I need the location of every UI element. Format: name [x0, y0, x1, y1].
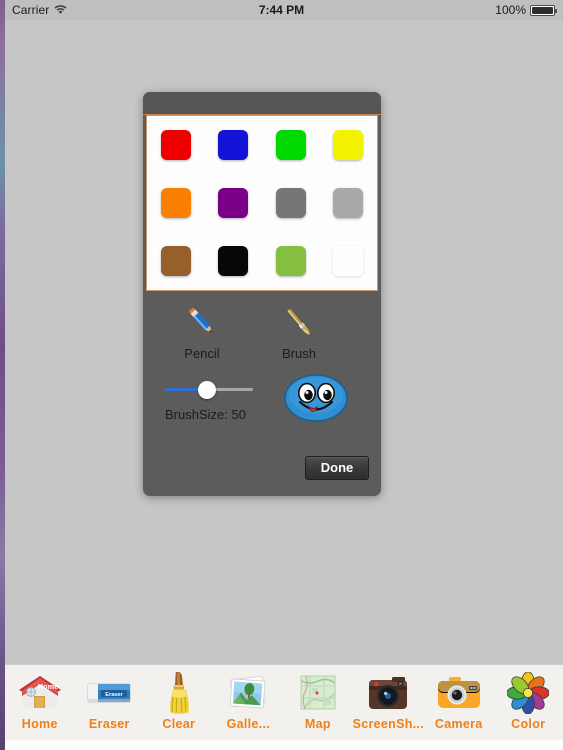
toolbar-item-home[interactable]: Home Home	[5, 665, 75, 750]
svg-text:Home: Home	[37, 682, 58, 691]
camera-icon	[436, 670, 482, 716]
brush-size-group: BrushSize: 50	[165, 380, 261, 422]
slider-thumb[interactable]	[198, 381, 216, 399]
toolbar-label-map: Map	[304, 717, 331, 731]
tool-brush[interactable]: Brush	[256, 300, 342, 361]
color-swatch-black[interactable]	[218, 246, 249, 276]
color-swatch-green[interactable]	[275, 130, 306, 160]
map-icon	[298, 670, 338, 716]
status-bar: Carrier 7:44 PM 100%	[0, 0, 563, 20]
color-picker-dialog: Pencil Brush BrushSize: 50 Done	[143, 92, 381, 496]
pencil-icon	[159, 300, 245, 344]
color-swatch-brown[interactable]	[160, 246, 191, 276]
color-swatch-lime[interactable]	[275, 246, 306, 276]
color-swatch-grid	[147, 116, 377, 290]
retro-camera-icon	[366, 670, 410, 716]
color-swatch-red[interactable]	[160, 130, 191, 160]
toolbar-item-eraser[interactable]: Eraser Eraser	[75, 665, 145, 750]
brush-size-label: BrushSize: 50	[165, 407, 246, 422]
photos-icon	[225, 670, 271, 716]
toolbar-item-gallery[interactable]: Galle...	[214, 665, 284, 750]
color-swatch-purple[interactable]	[218, 188, 249, 218]
bottom-toolbar: Home Home Eraser Eraser Clear Galle... M…	[5, 664, 563, 750]
toolbar-label-home: Home	[21, 717, 58, 731]
toolbar-label-eraser: Eraser	[88, 717, 130, 731]
battery-percent-label: 100%	[495, 3, 526, 17]
tool-pencil[interactable]: Pencil	[159, 300, 245, 361]
color-flower-icon	[507, 670, 550, 716]
left-edge-strip	[0, 0, 5, 750]
toolbar-item-clear[interactable]: Clear	[144, 665, 214, 750]
blue-smiley-face[interactable]	[284, 374, 348, 422]
color-swatch-orange[interactable]	[160, 188, 191, 218]
dialog-titlebar	[143, 92, 381, 115]
toolbar-label-clear: Clear	[162, 717, 196, 731]
status-bar-clock: 7:44 PM	[258, 3, 305, 17]
svg-text:Eraser: Eraser	[106, 692, 124, 698]
toolbar-label-color: Color	[511, 717, 546, 731]
tool-pencil-label: Pencil	[184, 346, 220, 361]
color-swatch-light-gray[interactable]	[333, 188, 364, 218]
toolbar-label-gallery: Galle...	[226, 717, 270, 731]
battery-fill	[532, 6, 553, 14]
house-icon: Home	[17, 670, 63, 716]
toolbar-item-color[interactable]: Color	[493, 665, 563, 750]
tool-brush-label: Brush	[282, 346, 316, 361]
toolbar-label-screenshot: ScreenSh...	[352, 717, 424, 731]
toolbar-item-screenshot[interactable]: ScreenSh...	[353, 665, 424, 750]
broom-icon	[159, 670, 199, 716]
brush-size-slider[interactable]	[165, 380, 253, 400]
battery-full-icon	[530, 4, 557, 16]
color-swatch-white[interactable]	[333, 246, 364, 276]
color-swatch-dark-gray[interactable]	[275, 188, 306, 218]
eraser-icon: Eraser	[85, 670, 133, 716]
color-swatch-yellow[interactable]	[333, 130, 364, 160]
toolbar-bottom-pad	[5, 740, 563, 750]
color-swatch-blue[interactable]	[218, 130, 249, 160]
tools-panel: Pencil Brush BrushSize: 50 Done	[143, 292, 381, 496]
toolbar-label-camera: Camera	[434, 717, 483, 731]
toolbar-item-camera[interactable]: Camera	[424, 665, 494, 750]
toolbar-item-map[interactable]: Map	[283, 665, 353, 750]
color-palette-panel	[146, 115, 378, 291]
done-button[interactable]: Done	[305, 456, 369, 480]
status-bar-right: 100%	[495, 3, 557, 17]
brush-icon	[256, 300, 342, 344]
